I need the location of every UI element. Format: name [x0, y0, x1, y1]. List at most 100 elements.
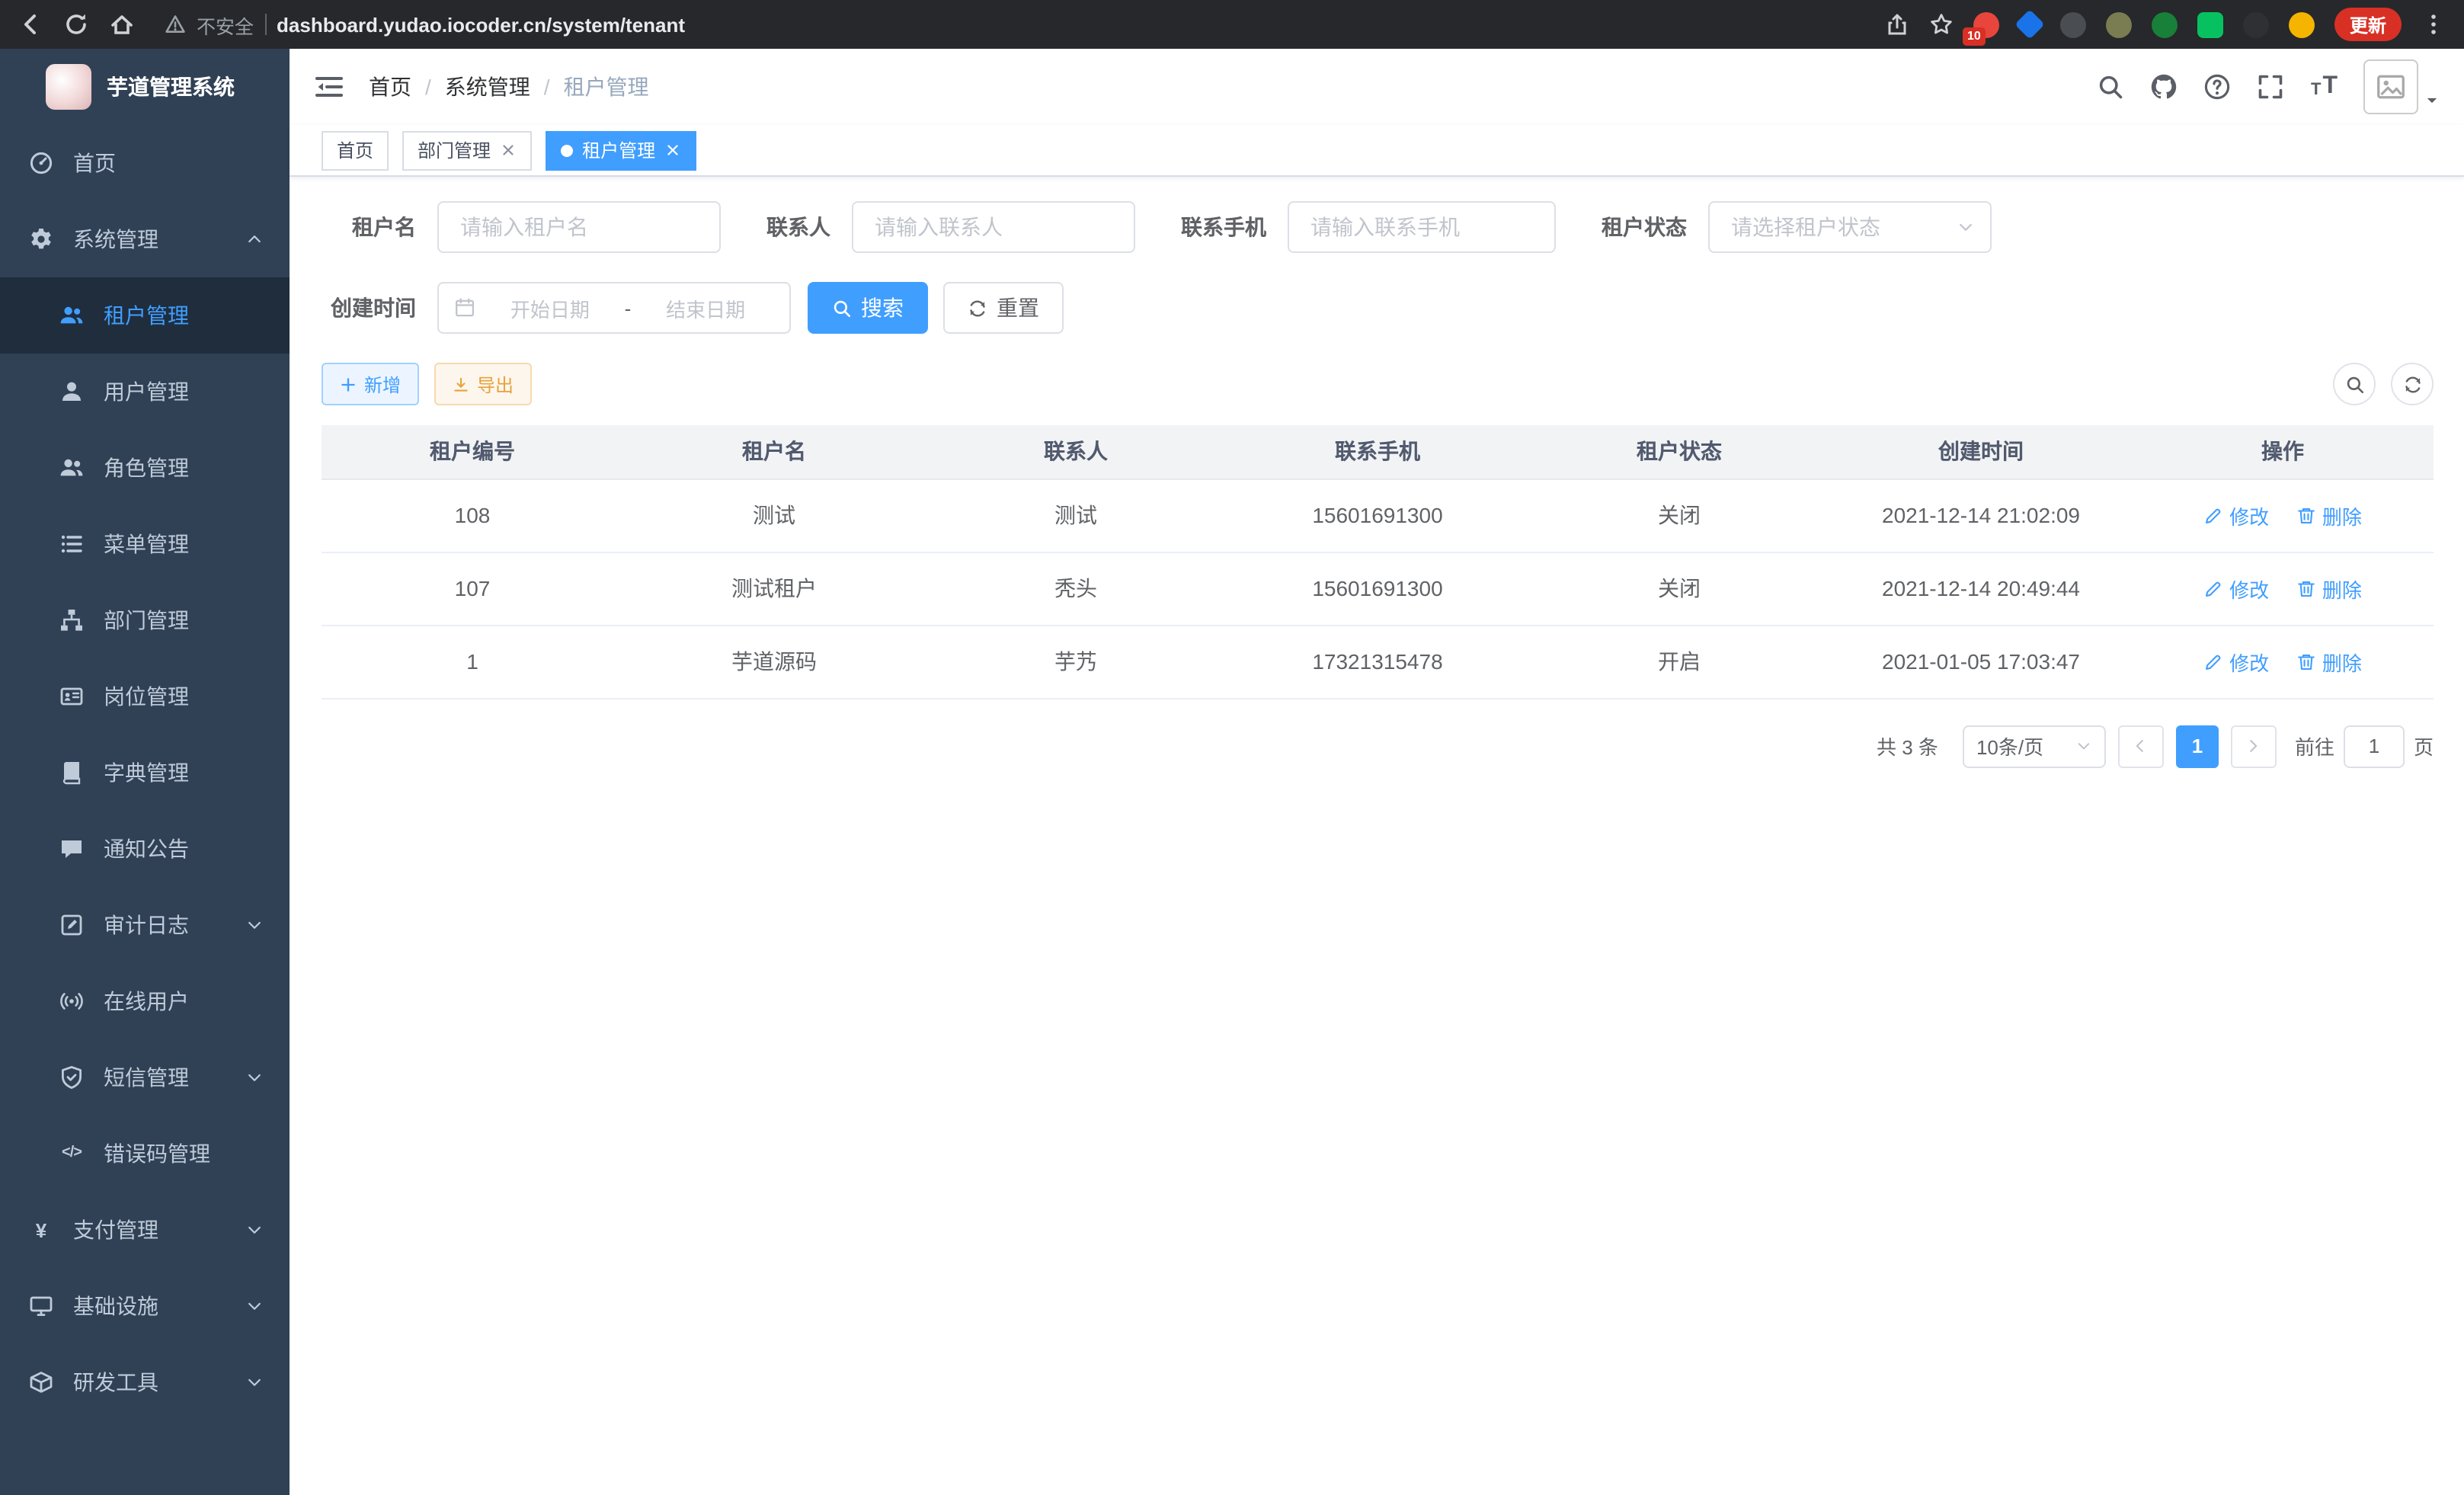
- page-size-select[interactable]: 10条/页: [1963, 725, 2106, 767]
- prev-page-button[interactable]: [2118, 725, 2164, 767]
- sidebar-item-post[interactable]: 岗位管理: [0, 658, 290, 735]
- col-contact: 联系人: [925, 425, 1227, 479]
- sidebar-item-dept[interactable]: 部门管理: [0, 582, 290, 658]
- contact-cell: 芋艿: [925, 625, 1227, 698]
- search-button[interactable]: 搜索: [808, 282, 928, 334]
- status-cell: 关闭: [1528, 479, 1830, 552]
- col-tenant-name: 租户名: [623, 425, 925, 479]
- address-bar[interactable]: 不安全 dashboard.yudao.iocoder.cn/system/te…: [165, 10, 1864, 39]
- edit-button[interactable]: 修改: [2203, 501, 2269, 530]
- sidebar-item-tenant[interactable]: 租户管理: [0, 277, 290, 354]
- delete-button[interactable]: 删除: [2296, 501, 2362, 530]
- sidebar-item-role[interactable]: 角色管理: [0, 430, 290, 506]
- address-divider: [264, 14, 266, 35]
- sidebar-item-dev-tools[interactable]: 研发工具: [0, 1344, 290, 1420]
- sidebar-collapse-icon[interactable]: [314, 72, 344, 102]
- sidebar-item-infra[interactable]: 基础设施: [0, 1268, 290, 1344]
- breadcrumb-separator: /: [425, 75, 431, 99]
- chevron-down-icon: [245, 916, 264, 934]
- add-button[interactable]: 新增: [322, 363, 419, 405]
- browser-update-button[interactable]: 更新: [2334, 8, 2402, 41]
- tenant-name-input[interactable]: [439, 203, 719, 251]
- sidebar-item-error-code[interactable]: </> 错误码管理: [0, 1116, 290, 1192]
- plus-icon: [340, 376, 357, 392]
- tab-tenant[interactable]: 租户管理: [546, 130, 696, 170]
- date-end-placeholder: 结束日期: [637, 293, 774, 322]
- next-page-button[interactable]: [2231, 725, 2277, 767]
- table-header-row: 租户编号 租户名 联系人 联系手机 租户状态 创建时间 操作: [322, 425, 2434, 479]
- tab-home[interactable]: 首页: [322, 130, 389, 170]
- refresh-table-button[interactable]: [2391, 363, 2434, 405]
- extension-icon[interactable]: 10: [1973, 11, 1999, 37]
- sidebar-item-pay[interactable]: ¥ 支付管理: [0, 1192, 290, 1268]
- trash-icon: [2296, 578, 2316, 598]
- browser-reload-icon[interactable]: [64, 12, 88, 37]
- date-separator: -: [625, 296, 632, 319]
- font-size-icon[interactable]: TT: [2311, 75, 2338, 99]
- table-row[interactable]: 1 芋道源码 芋艿 17321315478 开启 2021-01-05 17:0…: [322, 625, 2434, 698]
- goto-page-input[interactable]: [2344, 725, 2405, 767]
- sidebar-item-sms[interactable]: 短信管理: [0, 1039, 290, 1116]
- sidebar-item-system[interactable]: 系统管理: [0, 201, 290, 277]
- contact-input[interactable]: [853, 203, 1134, 251]
- chevron-down-icon: [1957, 218, 1975, 236]
- code-icon: </>: [59, 1146, 84, 1161]
- browser-menu-icon[interactable]: [2421, 12, 2446, 37]
- sidebar-item-audit-log[interactable]: 审计日志: [0, 887, 290, 963]
- sidebar-item-notice[interactable]: 通知公告: [0, 811, 290, 887]
- close-icon[interactable]: [500, 142, 517, 158]
- user-avatar-menu[interactable]: [2363, 59, 2440, 114]
- tab-dept[interactable]: 部门管理: [402, 130, 532, 170]
- table-row[interactable]: 107 测试租户 秃头 15601691300 关闭 2021-12-14 20…: [322, 552, 2434, 625]
- sidebar-item-label: 岗位管理: [104, 681, 189, 712]
- sidebar-item-dashboard[interactable]: 首页: [0, 125, 290, 201]
- sidebar-item-menu[interactable]: 菜单管理: [0, 506, 290, 582]
- extension-icon[interactable]: [2060, 11, 2086, 37]
- breadcrumb-system[interactable]: 系统管理: [445, 72, 530, 102]
- edit-button[interactable]: 修改: [2203, 647, 2269, 676]
- reset-button[interactable]: 重置: [943, 282, 1064, 334]
- extension-icon[interactable]: [2152, 11, 2178, 37]
- app-logo[interactable]: 芋道管理系统: [0, 49, 290, 125]
- mobile-input[interactable]: [1289, 203, 1554, 251]
- github-icon[interactable]: [2151, 73, 2178, 101]
- sidebar-item-label: 首页: [73, 148, 116, 178]
- breadcrumb-home[interactable]: 首页: [369, 72, 411, 102]
- date-range-picker[interactable]: 开始日期 - 结束日期: [437, 282, 791, 334]
- extension-icon[interactable]: [2289, 11, 2315, 37]
- sidebar-item-online-user[interactable]: 在线用户: [0, 963, 290, 1039]
- col-tenant-id: 租户编号: [322, 425, 623, 479]
- chevron-down-icon: [245, 1373, 264, 1391]
- delete-button[interactable]: 删除: [2296, 574, 2362, 603]
- col-mobile: 联系手机: [1227, 425, 1528, 479]
- sidebar-item-label: 通知公告: [104, 834, 189, 864]
- edit-button[interactable]: 修改: [2203, 574, 2269, 603]
- extension-icon[interactable]: [2014, 9, 2045, 40]
- page-number-button[interactable]: 1: [2176, 725, 2219, 767]
- extension-icon[interactable]: [2106, 11, 2132, 37]
- table-row[interactable]: 108 测试 测试 15601691300 关闭 2021-12-14 21:0…: [322, 479, 2434, 552]
- breadcrumb-separator: /: [544, 75, 550, 99]
- browser-back-icon[interactable]: [18, 12, 43, 37]
- help-icon[interactable]: [2204, 73, 2232, 101]
- export-button[interactable]: 导出: [434, 363, 532, 405]
- delete-button[interactable]: 删除: [2296, 647, 2362, 676]
- sidebar-item-dict[interactable]: 字典管理: [0, 735, 290, 811]
- close-icon[interactable]: [664, 142, 681, 158]
- sidebar-item-user[interactable]: 用户管理: [0, 354, 290, 430]
- infra-monitor-icon: [29, 1294, 53, 1318]
- browser-home-icon[interactable]: [110, 12, 134, 37]
- extension-icon[interactable]: [2197, 11, 2223, 37]
- broken-image-icon: [2376, 72, 2406, 102]
- bookmark-star-icon[interactable]: [1929, 12, 1954, 37]
- url-text: dashboard.yudao.iocoder.cn/system/tenant: [277, 13, 685, 36]
- share-icon[interactable]: [1885, 12, 1909, 37]
- fullscreen-icon[interactable]: [2258, 73, 2285, 101]
- extension-icon[interactable]: [2243, 11, 2269, 37]
- breadcrumb-current: 租户管理: [564, 72, 649, 102]
- status-select[interactable]: 请选择租户状态: [1708, 201, 1992, 253]
- toggle-search-button[interactable]: [2333, 363, 2376, 405]
- tenant-table: 租户编号 租户名 联系人 联系手机 租户状态 创建时间 操作 108 测试: [322, 425, 2434, 699]
- search-icon[interactable]: [2098, 73, 2125, 101]
- browser-actions: 10 更新: [1885, 8, 2446, 41]
